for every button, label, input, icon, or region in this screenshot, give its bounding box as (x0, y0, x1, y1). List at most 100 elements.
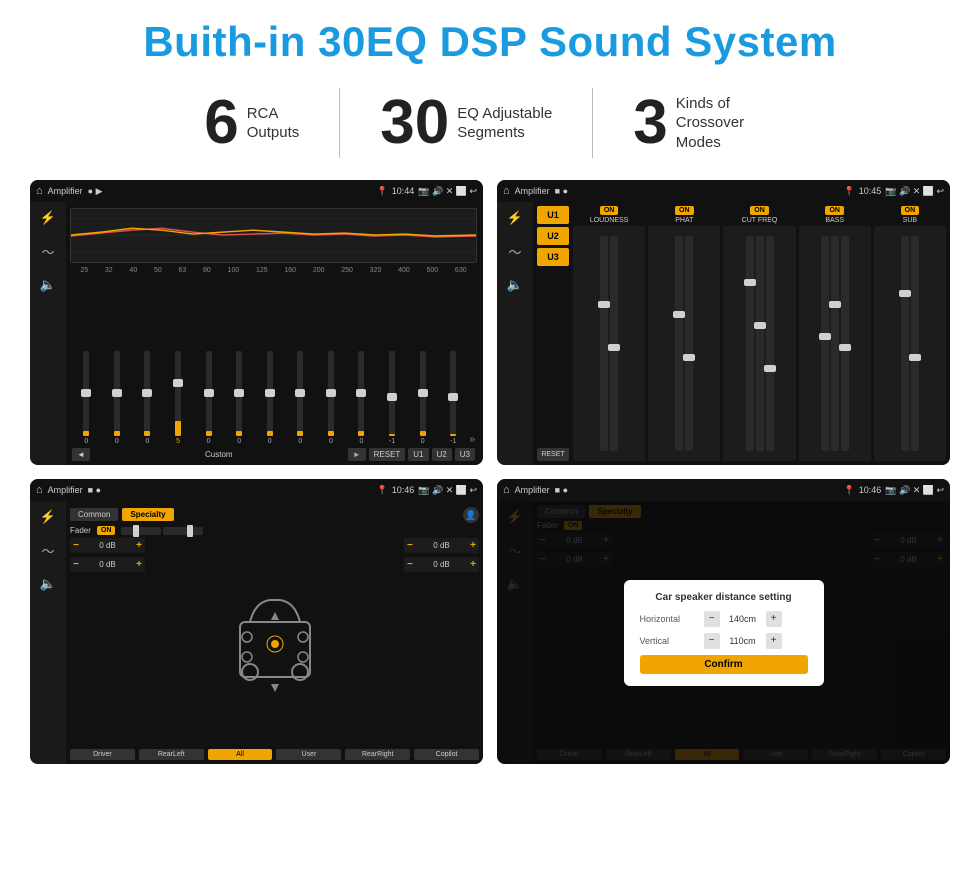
eq-location-icon: 📍 (377, 186, 388, 197)
vol-plus-4[interactable]: + (470, 559, 476, 570)
vol-minus-2[interactable]: − (73, 559, 79, 570)
ch-bass-toggle[interactable]: ON (825, 206, 844, 215)
stat-number-rca: 6 (204, 92, 238, 154)
fader-sliders (121, 527, 203, 535)
vol-row-2: − 0 dB + (70, 557, 145, 572)
cross-screen-title: Amplifier (515, 186, 550, 196)
vol-plus-2[interactable]: + (136, 559, 142, 570)
sp-wave-icon[interactable]: 〜 (41, 541, 54, 560)
eq-u2-btn[interactable]: U2 (432, 448, 452, 461)
eq-time: 10:44 (392, 186, 415, 196)
sp-icons-right: 📷 🔊 ✕ ⬜ ↩ (418, 485, 477, 496)
speaker-screen: ⌂ Amplifier ■ ● 📍 10:46 📷 🔊 ✕ ⬜ ↩ ⚡ 〜 🔈 (30, 479, 483, 764)
ch-phat-toggle[interactable]: ON (675, 206, 694, 215)
eq-u1-btn[interactable]: U1 (408, 448, 428, 461)
eq-u3-btn[interactable]: U3 (455, 448, 475, 461)
preset-u3[interactable]: U3 (537, 248, 569, 266)
sp-dot-icon: ■ ● (88, 485, 101, 495)
cross-icon-strip: ⚡ 〜 🔈 (497, 202, 533, 465)
cross-home-icon[interactable]: ⌂ (503, 185, 510, 197)
sp-filter-icon[interactable]: ⚡ (40, 509, 56, 525)
sp-tab-specialty[interactable]: Specialty (122, 508, 173, 521)
fader-toggle[interactable]: ON (97, 526, 116, 535)
preset-u2[interactable]: U2 (537, 227, 569, 245)
speaker-tabs: Common Specialty 👤 (70, 505, 479, 523)
ch-loudness: ON LOUDNESS (573, 206, 645, 461)
vol-row-4: − 0 dB + (404, 557, 479, 572)
dlg-time: 10:46 (859, 485, 882, 495)
sp-tab-common[interactable]: Common (70, 508, 118, 521)
vol-plus-1[interactable]: + (136, 540, 142, 551)
eq-wave-icon[interactable]: 〜 (41, 242, 54, 261)
ch-cutfreq-toggle[interactable]: ON (750, 206, 769, 215)
confirm-button[interactable]: Confirm (640, 655, 808, 674)
cross-icons-right: 📷 🔊 ✕ ⬜ ↩ (885, 186, 944, 197)
sp-user-btn[interactable]: User (276, 749, 341, 760)
stat-number-eq: 30 (380, 92, 449, 154)
crossover-screen: ⌂ Amplifier ■ ● 📍 10:45 📷 🔊 ✕ ⬜ ↩ ⚡ 〜 🔈 (497, 180, 950, 465)
preset-u1[interactable]: U1 (537, 206, 569, 224)
stat-label-eq: EQ AdjustableSegments (457, 104, 552, 143)
eq-screen-title: Amplifier (48, 186, 83, 196)
dlg-icons-right: 📷 🔊 ✕ ⬜ ↩ (885, 485, 944, 496)
cross-speaker-icon[interactable]: 🔈 (507, 277, 523, 293)
ch-cutfreq-sliders (723, 226, 795, 461)
sp-all-btn[interactable]: All (208, 749, 273, 760)
cross-reset-btn[interactable]: RESET (537, 448, 569, 461)
dialog-horizontal-stepper: − 140cm + (704, 611, 782, 627)
ch-loudness-name: LOUDNESS (590, 217, 629, 224)
vertical-minus-btn[interactable]: − (704, 633, 720, 649)
speaker-controls-right: − 0 dB + − 0 dB + (404, 538, 479, 746)
cross-filter-icon[interactable]: ⚡ (507, 210, 523, 226)
fader-label: Fader (70, 526, 91, 535)
horizontal-plus-btn[interactable]: + (766, 611, 782, 627)
vol-val-3: 0 dB (415, 541, 468, 550)
sp-speaker-icon[interactable]: 🔈 (40, 576, 56, 592)
expand-icon[interactable]: » (470, 434, 476, 445)
stats-row: 6 RCAOutputs 30 EQ AdjustableSegments 3 … (30, 88, 950, 158)
eq-icon-strip: ⚡ 〜 🔈 (30, 202, 66, 465)
ch-sub-sliders (874, 226, 946, 461)
speaker-content: Common Specialty 👤 Fader ON (66, 501, 483, 764)
sp-rear-left-btn[interactable]: RearLeft (139, 749, 204, 760)
cross-location-icon: 📍 (844, 186, 855, 197)
vol-minus-3[interactable]: − (407, 540, 413, 551)
speaker-main: − 0 dB + − 0 dB + (70, 538, 479, 746)
eq-custom-label: Custom (93, 450, 345, 459)
cross-wave-icon[interactable]: 〜 (508, 242, 521, 261)
horizontal-minus-btn[interactable]: − (704, 611, 720, 627)
vol-plus-3[interactable]: + (470, 540, 476, 551)
speaker-diagram (151, 538, 398, 746)
home-icon[interactable]: ⌂ (36, 185, 43, 197)
eq-filter-icon[interactable]: ⚡ (40, 210, 56, 226)
dlg-home-icon[interactable]: ⌂ (503, 484, 510, 496)
vol-minus-4[interactable]: − (407, 559, 413, 570)
dialog-horizontal-label: Horizontal (640, 614, 700, 624)
eq-prev-btn[interactable]: ◄ (72, 448, 90, 461)
stat-number-crossover: 3 (633, 92, 667, 154)
ch-loudness-toggle[interactable]: ON (600, 206, 619, 215)
eq-play-btn[interactable]: ► (348, 448, 366, 461)
sp-icon-strip: ⚡ 〜 🔈 (30, 501, 66, 764)
stat-label-crossover: Kinds ofCrossover Modes (676, 94, 776, 153)
sp-copilot-btn[interactable]: Copilot (414, 749, 479, 760)
vol-minus-1[interactable]: − (73, 540, 79, 551)
eq-content: 253240506380 100125160200250320 40050063… (66, 202, 483, 465)
vertical-value: 110cm (723, 636, 763, 646)
eq-reset-btn[interactable]: RESET (369, 448, 406, 461)
dialog-status-bar: ⌂ Amplifier ■ ● 📍 10:46 📷 🔊 ✕ ⬜ ↩ (497, 479, 950, 501)
eq-freq-labels: 253240506380 100125160200250320 40050063… (70, 267, 477, 274)
crossover-content: U1 U2 U3 RESET ON LOUDNESS (533, 202, 950, 465)
sp-rear-right-btn[interactable]: RearRight (345, 749, 410, 760)
sp-driver-btn[interactable]: Driver (70, 749, 135, 760)
ch-sub-toggle[interactable]: ON (901, 206, 920, 215)
eq-speaker-icon[interactable]: 🔈 (40, 277, 56, 293)
sp-location-icon: 📍 (377, 485, 388, 496)
sp-home-icon[interactable]: ⌂ (36, 484, 43, 496)
eq-screen: ⌂ Amplifier ● ▶ 📍 10:44 📷 🔊 ✕ ⬜ ↩ ⚡ 〜 🔈 (30, 180, 483, 465)
vertical-plus-btn[interactable]: + (766, 633, 782, 649)
sp-time: 10:46 (392, 485, 415, 495)
crossover-presets: U1 U2 U3 RESET (537, 206, 569, 461)
ch-cutfreq: ON CUT FREQ (723, 206, 795, 461)
dlg-dot-icon: ■ ● (555, 485, 568, 495)
